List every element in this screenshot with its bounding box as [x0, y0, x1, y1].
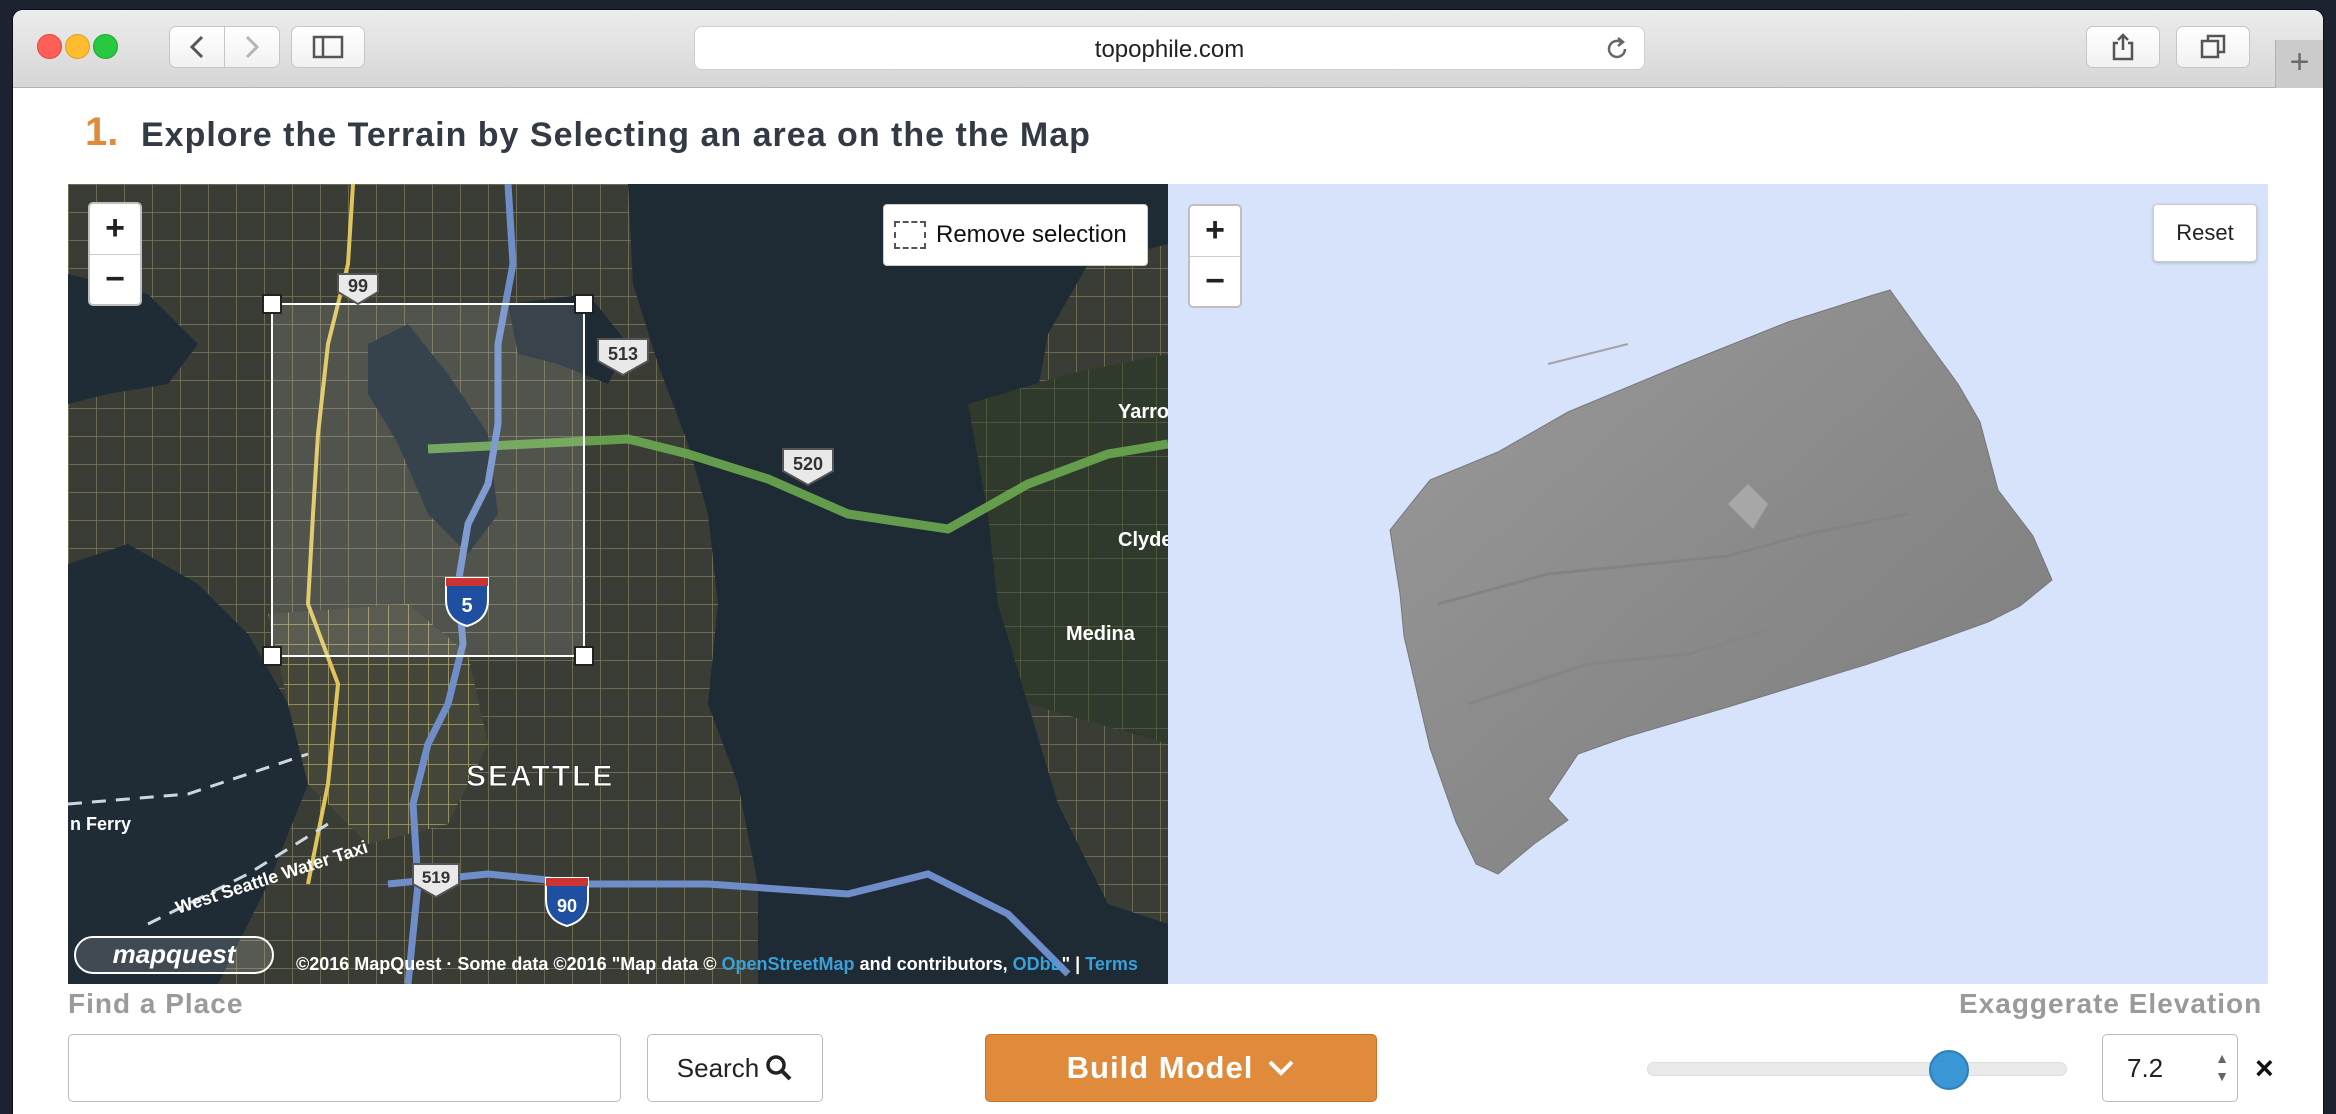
tabs-overview-button[interactable] [2176, 26, 2250, 68]
satellite-map[interactable]: 99 513 520 519 5 90 SEATTLE Medina Clyde… [68, 184, 1168, 984]
svg-text:5: 5 [461, 595, 472, 617]
svg-text:99: 99 [348, 276, 368, 296]
map-zoom-out-button[interactable]: − [90, 254, 140, 304]
tabs-icon [2200, 34, 2226, 59]
step-number: 1. [85, 110, 119, 154]
label-medina: Medina [1066, 623, 1136, 645]
map-attribution: ©2016 MapQuest · Some data ©2016 "Map da… [296, 954, 1138, 975]
attribution-mapquest: ©2016 MapQuest [296, 954, 442, 974]
close-window-button[interactable] [37, 34, 62, 59]
search-button[interactable]: Search [647, 1034, 823, 1102]
remove-selection-label: Remove selection [936, 221, 1127, 248]
reload-icon[interactable] [1604, 36, 1630, 62]
svg-text:90: 90 [557, 896, 577, 916]
find-place-input[interactable] [68, 1034, 621, 1102]
find-place-label: Find a Place [68, 988, 244, 1019]
chevron-right-icon [245, 35, 260, 59]
viewer-zoom-in-button[interactable]: + [1190, 206, 1240, 256]
build-model-label: Build Model [1066, 1050, 1254, 1085]
browser-toolbar: topophile.com + [13, 10, 2323, 88]
attribution-contributors: and contributors, [859, 954, 1008, 974]
svg-text:513: 513 [608, 344, 638, 364]
label-ferry: n Ferry [70, 814, 131, 834]
terms-link[interactable]: Terms [1085, 954, 1138, 974]
share-icon [2112, 33, 2134, 61]
back-button[interactable] [169, 26, 225, 68]
label-yarrow: Yarro [1118, 401, 1168, 423]
remove-selection-button[interactable]: Remove selection [883, 204, 1148, 266]
terrain-model [1389, 289, 2053, 875]
svg-text:520: 520 [793, 454, 823, 474]
elevation-value: 7.2 [2127, 1053, 2164, 1083]
elevation-spinner[interactable]: ▲ ▼ [2215, 1049, 2229, 1085]
search-icon [766, 1055, 792, 1081]
label-clyde: Clyde [1118, 529, 1168, 551]
label-seattle: SEATTLE [466, 760, 614, 793]
map-imagery: 99 513 520 519 5 90 SEATTLE Medina Clyde… [68, 184, 1168, 984]
elevation-value-input[interactable]: 7.2 ▲ ▼ [2102, 1034, 2238, 1102]
address-bar[interactable]: topophile.com [694, 26, 1645, 70]
maximize-window-button[interactable] [93, 34, 118, 59]
osm-link[interactable]: OpenStreetMap [722, 954, 855, 974]
odbl-link[interactable]: ODbL [1013, 954, 1062, 974]
spinner-down-icon[interactable]: ▼ [2215, 1067, 2229, 1085]
terrain-3d-viewer[interactable]: + − Reset [1168, 184, 2268, 984]
viewer-zoom-control: + − [1188, 204, 1242, 308]
elevation-slider-thumb[interactable] [1929, 1050, 1970, 1090]
svg-text:519: 519 [422, 868, 450, 887]
mapquest-logo[interactable]: mapquest [74, 936, 274, 974]
minimize-window-button[interactable] [65, 34, 90, 59]
share-button[interactable] [2086, 26, 2160, 68]
attribution-pipe: " | [1061, 954, 1081, 974]
page-title: Explore the Terrain by Selecting an area… [141, 116, 1091, 154]
exaggerate-elevation-label: Exaggerate Elevation [1959, 988, 2263, 1019]
reset-view-button[interactable]: Reset [2153, 204, 2257, 262]
search-button-label: Search [676, 1052, 760, 1083]
forward-button[interactable] [224, 26, 280, 68]
url-text: topophile.com [1094, 36, 1245, 63]
spinner-up-icon[interactable]: ▲ [2215, 1049, 2229, 1067]
interstate-shield-5: 5 [445, 577, 489, 628]
clear-elevation-button[interactable]: × [2255, 1050, 2274, 1087]
sidebar-toggle-button[interactable] [291, 26, 365, 68]
page-content: 1. Explore the Terrain by Selecting an a… [13, 88, 2323, 1114]
selection-icon [894, 221, 926, 249]
map-zoom-in-button[interactable]: + [90, 204, 140, 254]
browser-window: topophile.com + 1. Explore the Terrain b… [13, 10, 2323, 1114]
attribution-some-data: Some data ©2016 "Map data © [457, 954, 717, 974]
map-zoom-control: + − [88, 202, 142, 306]
viewer-zoom-out-button[interactable]: − [1190, 256, 1240, 306]
chevron-left-icon [189, 35, 204, 59]
sidebar-icon [312, 35, 344, 59]
build-model-button[interactable]: Build Model [985, 1034, 1377, 1102]
elevation-slider-track[interactable] [1647, 1062, 2067, 1076]
attribution-separator: · [446, 954, 453, 974]
interstate-shield-90: 90 [545, 877, 589, 928]
chevron-down-icon [1268, 1060, 1294, 1076]
new-tab-button[interactable]: + [2275, 40, 2323, 88]
